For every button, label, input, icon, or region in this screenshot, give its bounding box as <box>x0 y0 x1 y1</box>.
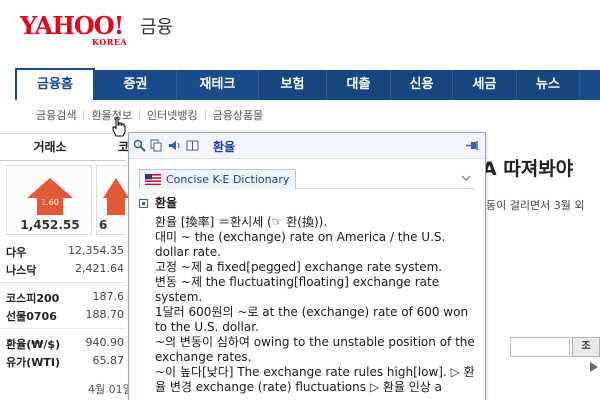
index-value: 1,452.55 <box>20 218 80 232</box>
nav-tab-insurance[interactable]: 보험 <box>259 70 327 100</box>
ticker-row-dow[interactable]: 다우 12,354.35 <box>6 244 126 260</box>
ticker-row-oil[interactable]: 유가(WTI) 65.87 <box>6 354 126 370</box>
sub-nav: 금융검색 환율정보 인터넷뱅킹 금융상품몰 <box>36 107 263 123</box>
index-value: 6 <box>99 218 108 232</box>
popup-lookup-word: 환율 <box>213 140 236 154</box>
entry-headword: 환율 <box>139 196 479 211</box>
headword-text: 환율 <box>155 196 178 210</box>
tab-underline <box>0 160 125 161</box>
ticker-value: 12,354.35 <box>68 244 124 257</box>
entry-line: 고정 ~제 a fixed[pegged] exchange rate syst… <box>155 260 443 274</box>
index-card-second[interactable]: 6 <box>96 165 129 235</box>
logo-subtitle: KOREA <box>92 37 128 47</box>
us-flag-icon <box>145 174 161 185</box>
play-arrow-icon[interactable] <box>590 362 598 372</box>
row-divider <box>0 282 126 283</box>
speaker-icon[interactable] <box>168 139 181 152</box>
index-change: 1.60 <box>41 198 59 207</box>
ticker-value: 940.90 <box>85 336 125 349</box>
search-input[interactable] <box>510 337 570 357</box>
dictionary-entry: 환율 환율 [換率] ＝환시세 (☞ 환(換)). 대미 ~ the (exch… <box>139 196 479 395</box>
ticker-value: 65.87 <box>92 354 125 367</box>
ticker-label: 환율(₩/$) <box>6 338 61 351</box>
subnav-divider <box>138 110 140 120</box>
ticker-row-futures[interactable]: 선물0706 188.70 <box>6 308 126 324</box>
nav-tab-tax[interactable]: 세금 <box>453 70 517 100</box>
ticker-label: 코스피200 <box>6 292 60 305</box>
tab-exchange[interactable]: 거래소 <box>0 138 100 155</box>
copy-icon[interactable] <box>150 139 163 152</box>
search-button[interactable]: 조 <box>572 337 600 357</box>
subnav-product-mall[interactable]: 금융상품몰 <box>213 107 264 123</box>
magnifier-icon[interactable] <box>133 139 146 152</box>
ticker-row-nasdaq[interactable]: 나스닥 2,421.64 <box>6 262 126 278</box>
nav-tab-credit[interactable]: 신용 <box>391 70 453 100</box>
chevron-down-icon[interactable] <box>461 173 471 183</box>
up-arrow-icon <box>27 178 73 198</box>
nav-tab-loans[interactable]: 대출 <box>327 70 391 100</box>
popup-toolbar: 환율 <box>129 133 485 159</box>
book-icon[interactable] <box>186 139 199 152</box>
index-card-exchange[interactable]: 1.60 1,452.55 <box>6 165 92 235</box>
main-nav: 금융홈 증권 재테크 보험 대출 신용 세금 뉴스 <box>15 68 600 100</box>
ticker-value: 188.70 <box>85 308 125 321</box>
ticker-value: 187.6 <box>92 290 125 303</box>
subnav-divider <box>204 110 206 120</box>
ticker-label: 다우 <box>6 246 27 259</box>
dictionary-popup: 환율 Concise K-E Dictionary 환율 환율 [換率] ＝환시… <box>128 132 486 400</box>
bullet-square-icon <box>139 199 148 208</box>
ticker-label: 유가(WTI) <box>6 356 61 369</box>
news-headline[interactable]: A 따져봐야 <box>482 154 573 181</box>
dictionary-name: Concise K-E Dictionary <box>166 173 290 186</box>
dictionary-tab[interactable]: Concise K-E Dictionary <box>139 169 297 189</box>
entry-line: 환율 [換率] ＝환시세 (☞ 환(換)). <box>155 215 328 229</box>
logo-wordmark: YAHOO! <box>20 11 124 40</box>
nav-tab-investment[interactable]: 재테크 <box>177 70 259 100</box>
ticker-value: 2,421.64 <box>75 262 124 275</box>
subnav-internet-banking[interactable]: 인터넷뱅킹 <box>147 107 198 123</box>
ticker-row-exchange-rate[interactable]: 환율(₩/$) 940.90 <box>6 336 126 352</box>
news-snippet: 동이 걸리면서 3월 외 <box>486 199 585 212</box>
hand-cursor-icon <box>112 117 126 137</box>
dictionary-selector[interactable]: Concise K-E Dictionary <box>139 169 475 189</box>
nav-tab-finance-home[interactable]: 금융홈 <box>15 68 95 100</box>
nav-tab-news[interactable]: 뉴스 <box>517 70 580 100</box>
yahoo-korea-logo[interactable]: YAHOO! KOREA <box>20 12 132 48</box>
pin-icon[interactable] <box>465 139 479 152</box>
up-arrow-body <box>107 197 125 215</box>
entry-line: 대미 ~ the (exchange) rate on America / th… <box>155 230 446 259</box>
ticker-row-kospi200[interactable]: 코스피200 187.6 <box>6 290 126 306</box>
entry-line: ~이 높다[낮다] The exchange rate rules high[l… <box>155 365 475 394</box>
date-note: 4월 01일 <box>88 383 133 396</box>
nav-tab-stocks[interactable]: 증권 <box>95 70 177 100</box>
entry-line: 1달러 600원의 ~로 at the (exchange) rate of 6… <box>155 305 469 334</box>
subnav-divider <box>83 110 85 120</box>
subnav-finance-search[interactable]: 금융검색 <box>36 107 76 123</box>
row-divider <box>0 328 126 329</box>
ticker-label: 나스닥 <box>6 264 37 277</box>
ticker-label: 선물0706 <box>6 310 57 323</box>
entry-line: 변동 ~제 the fluctuating[floating] exchange… <box>155 275 440 304</box>
up-arrow-icon <box>103 178 129 198</box>
entry-line: ~의 변동이 심하여 owing to the unstable positio… <box>155 335 475 364</box>
site-title: 금융 <box>140 17 174 38</box>
